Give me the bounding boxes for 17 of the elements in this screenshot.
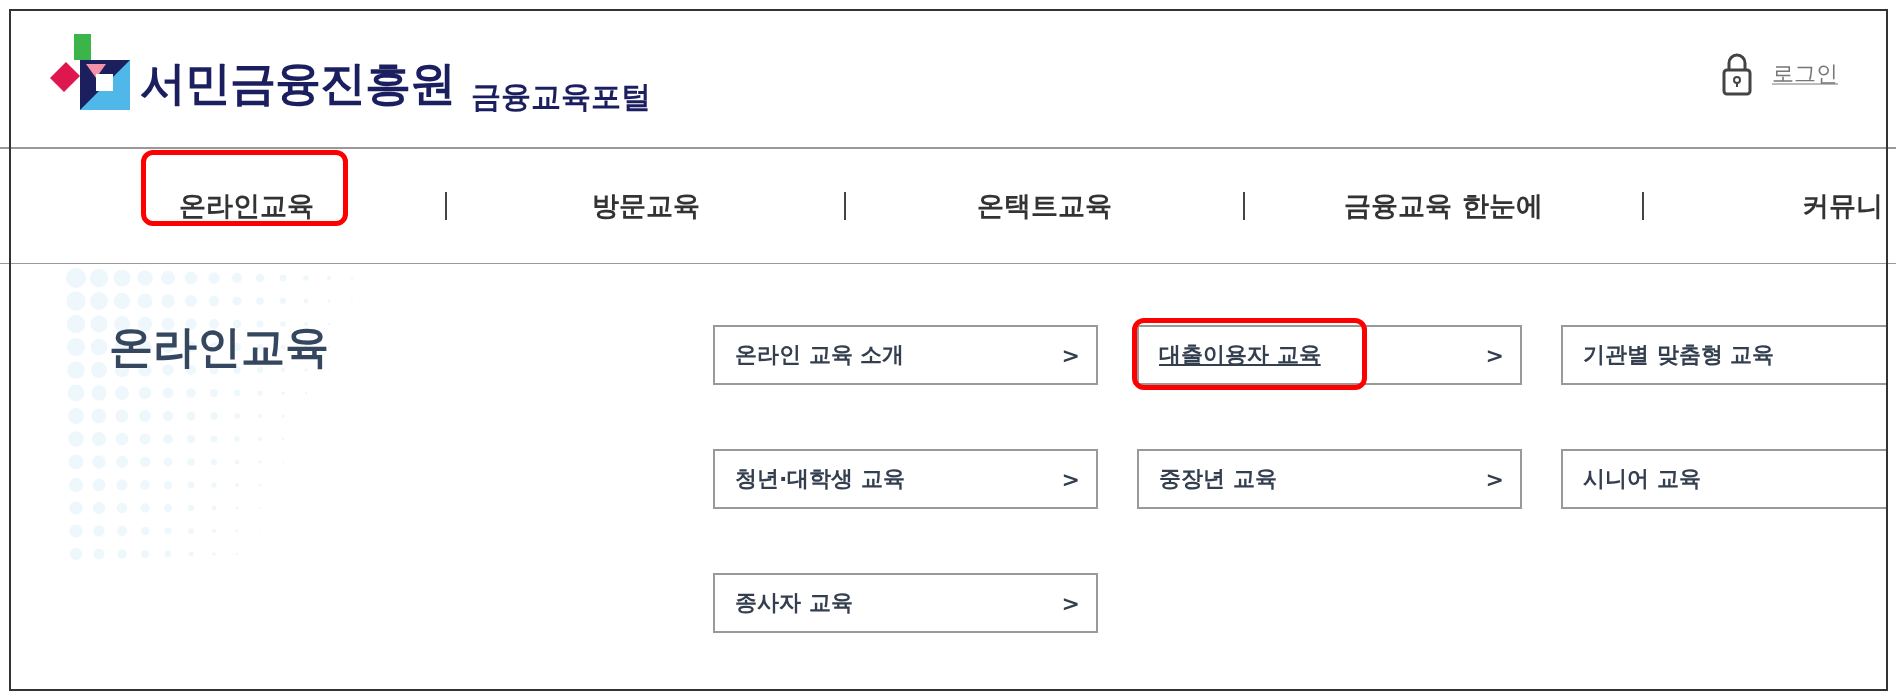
nav-tab[interactable]: 온라인교육 xyxy=(179,188,314,224)
nav-tab[interactable]: 방문교육 xyxy=(591,188,700,224)
submenu-button[interactable]: 대출이용자 교육 > xyxy=(1137,325,1522,385)
submenu-button[interactable]: 시니어 교육 xyxy=(1561,449,1887,509)
submenu-button[interactable]: 중장년 교육 > xyxy=(1137,449,1522,509)
lock-icon[interactable] xyxy=(1722,51,1752,96)
submenu-button[interactable]: 기관별 맞춤형 교육 xyxy=(1561,325,1887,385)
login-link[interactable]: 로그인 xyxy=(1772,58,1838,89)
portal-name: 금융교육포털 xyxy=(471,81,651,112)
submenu-button[interactable]: 청년·대학생 교육 > xyxy=(713,449,1098,509)
section-title: 온라인교육 xyxy=(109,320,329,374)
nav-tab[interactable]: 금융교육 한눈에 xyxy=(1344,188,1543,224)
nav-tab[interactable]: 온택트교육 xyxy=(977,188,1112,224)
logo-text: 서민금융진흥원 xyxy=(140,59,455,106)
nav-tab[interactable]: 커뮤니 xyxy=(1802,188,1883,224)
submenu-button[interactable]: 종사자 교육 > xyxy=(713,573,1098,633)
submenu-button[interactable]: 온라인 교육 소개 > xyxy=(713,325,1098,385)
